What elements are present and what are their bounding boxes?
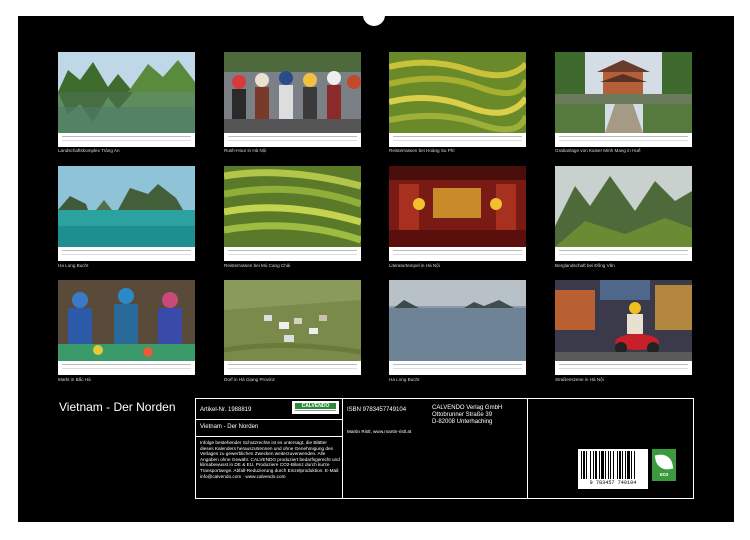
thumbnail-12 (555, 280, 692, 375)
caption-12: Straßenszene in Hà Nội (555, 377, 604, 382)
photo-bac-ha-market (58, 280, 195, 361)
thumbnail-3 (389, 52, 526, 147)
thumbnail-5 (58, 166, 195, 261)
isbn: ISBN 9783457749104 (347, 407, 407, 413)
calvendo-logo: CALVENDO (292, 401, 339, 414)
publisher-line-1: CALVENDO Verlag GmbH (432, 405, 503, 411)
photo-rice-terraces-hoang-su-phi (389, 52, 526, 133)
caption-2: Rush-Hour in Hà Nội (224, 148, 267, 153)
caption-9: Markt in Bắc Hà (58, 377, 91, 382)
thumbnail-7 (389, 166, 526, 261)
photo-minh-mang-tomb (555, 52, 692, 133)
thumbnail-10 (224, 280, 361, 375)
photo-ha-giang-village (224, 280, 361, 361)
thumbnail-1 (58, 52, 195, 147)
photo-hanoi-street-scene (555, 280, 692, 361)
thumbnail-2 (224, 52, 361, 147)
thumbnail-8 (555, 166, 692, 261)
barcode-number: 9 783457 749104 (589, 480, 637, 486)
photo-rice-terraces-mu-cang-chai (224, 166, 361, 247)
photo-trang-an (58, 52, 195, 133)
caption-5: Ha Long Bucht (58, 263, 89, 268)
panel-subtitle: Vietnam - Der Norden (200, 424, 259, 430)
photo-ha-long-bay (58, 166, 195, 247)
caption-4: Grabanlage von Kaiser Minh Mang in Huế (555, 148, 641, 153)
calendar-title: Vietnam - Der Norden (59, 400, 176, 414)
thumbnail-6 (224, 166, 361, 261)
photo-temple-of-literature (389, 166, 526, 247)
publisher-line-3: D-82008 Unterhaching (432, 419, 493, 425)
info-panel: Artikel-Nr. 1988819 CALVENDO Vietnam - D… (195, 398, 694, 499)
caption-11: Ha Long Bucht (389, 377, 420, 382)
thumbnail-9 (58, 280, 195, 375)
author-credit: Martin Ristl, www.martin-ristl.at (347, 429, 412, 434)
caption-8: Berglandschaft bei Đồng Văn (555, 263, 615, 268)
thumbnail-11 (389, 280, 526, 375)
photo-dong-van-mountains (555, 166, 692, 247)
leaf-icon (654, 452, 674, 472)
publisher-line-2: Ottobrunner Straße 39 (432, 412, 493, 418)
thumbnail-4 (555, 52, 692, 147)
legal-notice: Infolge bestehender Schutzrechte ist es … (200, 440, 340, 479)
eco-badge: eco (652, 449, 676, 481)
caption-10: Dorf in Hà Giang Provinz (224, 377, 275, 382)
caption-6: Reisterrassen bei Mù Cang Chải (224, 263, 291, 268)
caption-1: Landschaftskomplex Tràng An (58, 148, 120, 153)
photo-ha-long-bay-evening (389, 280, 526, 361)
caption-7: Literaturtempel in Hà Nội (389, 263, 440, 268)
caption-3: Reisterrassen bei Hoàng Su Phì (389, 148, 455, 153)
photo-rush-hour (224, 52, 361, 133)
article-number: Artikel-Nr. 1988819 (200, 407, 252, 413)
isbn-barcode: 9 783457 749104 (578, 449, 648, 489)
